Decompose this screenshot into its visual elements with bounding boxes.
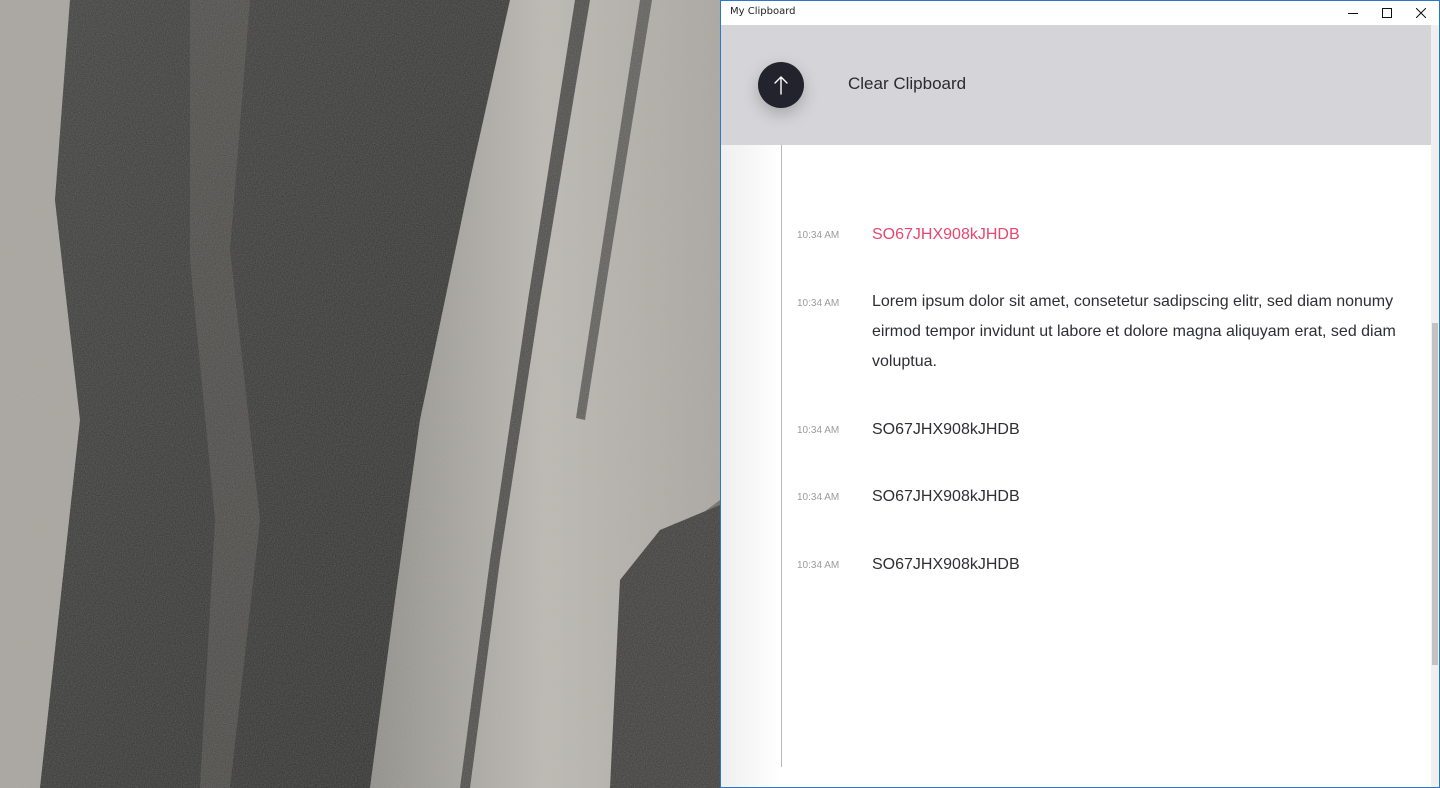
clipboard-entry[interactable]: 10:34 AM SO67JHX908kJHDB: [721, 225, 1431, 247]
clear-clipboard-button[interactable]: [758, 62, 804, 108]
entry-time: 10:34 AM: [797, 298, 840, 309]
entry-time: 10:34 AM: [797, 425, 840, 436]
clipboard-header: Clear Clipboard: [721, 25, 1431, 145]
title-bar[interactable]: My Clipboard: [721, 1, 1439, 25]
entry-text: SO67JHX908kJHDB: [872, 421, 1020, 438]
entry-text: SO67JHX908kJHDB: [872, 226, 1020, 243]
clipboard-entry[interactable]: 10:34 AM SO67JHX908kJHDB: [721, 487, 1431, 509]
minimize-icon: [1348, 13, 1358, 14]
app-window: My Clipboard Clear Clipboard 10:34 AM SO…: [720, 0, 1440, 788]
entry-time: 10:34 AM: [797, 492, 840, 503]
maximize-button[interactable]: [1370, 1, 1404, 25]
arrow-up-icon: [774, 76, 788, 95]
clear-clipboard-label[interactable]: Clear Clipboard: [848, 74, 966, 94]
scrollbar-thumb[interactable]: [1432, 323, 1438, 665]
clipboard-entry[interactable]: 10:34 AM Lorem ipsum dolor sit amet, con…: [721, 287, 1431, 379]
window-title: My Clipboard: [730, 6, 796, 17]
clipboard-history: 10:34 AM SO67JHX908kJHDB 10:34 AM Lorem …: [721, 145, 1431, 787]
close-button[interactable]: [1404, 1, 1438, 25]
entry-time: 10:34 AM: [797, 230, 840, 241]
maximize-icon: [1382, 8, 1392, 18]
minimize-button[interactable]: [1336, 1, 1370, 25]
clipboard-entry[interactable]: 10:34 AM SO67JHX908kJHDB: [721, 555, 1431, 577]
desktop-wallpaper: [0, 0, 720, 788]
entry-time: 10:34 AM: [797, 560, 840, 571]
close-icon: [1416, 8, 1426, 18]
vertical-scrollbar[interactable]: [1431, 25, 1439, 787]
entry-text: SO67JHX908kJHDB: [872, 488, 1020, 505]
clipboard-entry[interactable]: 10:34 AM SO67JHX908kJHDB: [721, 420, 1431, 442]
entry-text: SO67JHX908kJHDB: [872, 556, 1020, 573]
entry-text: Lorem ipsum dolor sit amet, consetetur s…: [872, 293, 1396, 370]
